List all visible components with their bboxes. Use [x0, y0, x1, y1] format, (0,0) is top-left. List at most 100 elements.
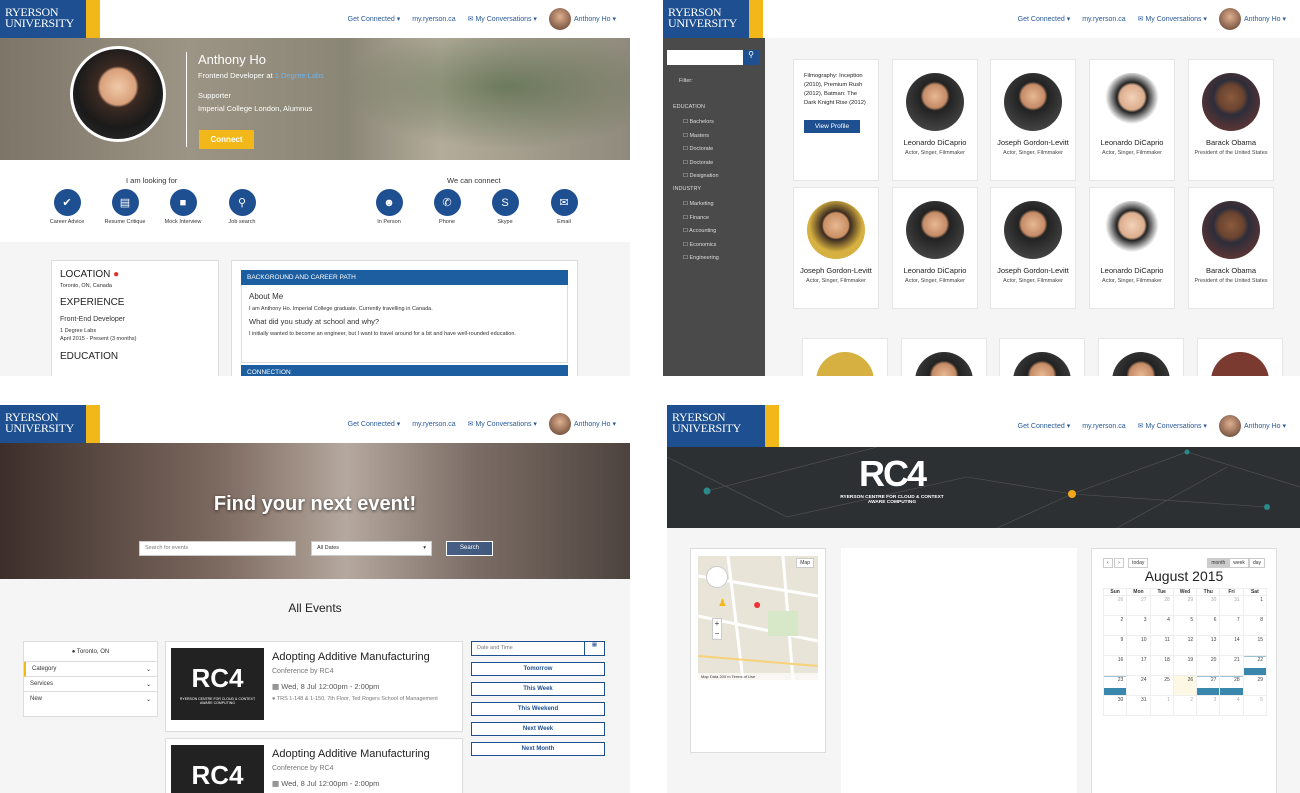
filter-checkbox[interactable]: ☐ Bachelors: [683, 116, 719, 130]
filter-checkbox[interactable]: ☐ Doctorate: [683, 143, 719, 157]
skype-button[interactable]: S Skype: [475, 189, 535, 225]
summary-card: LOCATION ● Toronto, ON, Canada EXPERIENC…: [51, 260, 219, 376]
education-heading: EDUCATION: [60, 351, 119, 362]
ryerson-logo[interactable]: RYERSON UNIVERSITY: [667, 405, 779, 447]
profile-card[interactable]: Leonardo DiCaprio Actor, Singer, Filmmake…: [1089, 187, 1175, 309]
ryerson-logo[interactable]: RYERSON UNIVERSITY: [0, 0, 100, 38]
filter-checkbox[interactable]: ☐ Finance: [683, 212, 719, 226]
map-widget[interactable]: ● ♟ + − Map Map Data 200 m Terms of Use: [698, 556, 818, 680]
nav-my-ryerson[interactable]: my.ryerson.ca: [1082, 16, 1125, 23]
filter-checkbox[interactable]: ☐ Designation: [683, 170, 719, 184]
services-filter[interactable]: Services ⌄: [24, 677, 157, 692]
profile-card[interactable]: [901, 338, 987, 376]
about-text: I am Anthony Ho. Imperial College gradua…: [249, 306, 433, 312]
day-view-button[interactable]: day: [1248, 558, 1265, 568]
career-advice-button[interactable]: ✔ Career Advice: [37, 189, 97, 225]
profile-card[interactable]: Joseph Gordon-Levitt Actor, Singer, Filmm…: [990, 59, 1076, 181]
nav-get-connected[interactable]: Get Connected ▾: [348, 15, 401, 23]
resume-critique-button[interactable]: ▤ Resume Critique: [95, 189, 155, 225]
email-button[interactable]: ✉ Email: [534, 189, 594, 225]
search-button[interactable]: Search: [446, 541, 493, 556]
ryerson-logo[interactable]: RYERSON UNIVERSITY: [0, 405, 100, 443]
nav-my-ryerson[interactable]: my.ryerson.ca: [1082, 423, 1125, 430]
event-card[interactable]: RC4 RYERSON CENTRE FOR CLOUD & CONTEXT AW…: [165, 641, 463, 732]
profile-card[interactable]: [999, 338, 1085, 376]
nav-conversations[interactable]: ✉ My Conversations ▾: [468, 420, 537, 428]
nav-conversations[interactable]: ✉ My Conversations ▾: [1138, 15, 1207, 23]
connect-button[interactable]: Connect: [199, 130, 254, 149]
this-weekend-button[interactable]: This Weekend: [471, 702, 605, 716]
next-week-button[interactable]: Next Week: [471, 722, 605, 736]
zoom-control[interactable]: + −: [712, 618, 722, 640]
next-month-button[interactable]: ›: [1114, 558, 1124, 568]
event-time: ▦ Wed, 8 Jul 12:00pm - 2:00pm: [272, 682, 380, 691]
ryerson-logo[interactable]: RYERSON UNIVERSITY: [663, 0, 763, 38]
avatar[interactable]: [1218, 415, 1241, 437]
nav-user-menu[interactable]: Anthony Ho ▾: [574, 15, 616, 23]
profile-card[interactable]: Barack Obama President of the United Stat…: [1188, 187, 1274, 309]
nav-my-ryerson[interactable]: my.ryerson.ca: [412, 16, 455, 23]
pan-control[interactable]: [706, 566, 728, 588]
view-profile-button[interactable]: View Profile: [804, 120, 860, 133]
nav-my-ryerson[interactable]: my.ryerson.ca: [412, 421, 455, 428]
this-week-button[interactable]: This Week: [471, 682, 605, 696]
date-select[interactable]: All Dates ▾: [311, 541, 432, 556]
avatar[interactable]: [1218, 8, 1241, 30]
map-type-button[interactable]: Map: [796, 558, 814, 568]
in-person-button[interactable]: ☻ In Person: [359, 189, 419, 225]
profile-card[interactable]: Joseph Gordon-Levitt Actor, Singer, Filmm…: [793, 187, 879, 309]
nav-user-menu[interactable]: Anthony Ho ▾: [574, 420, 616, 428]
filter-checkbox[interactable]: ☐ Accounting: [683, 225, 719, 239]
search-icon[interactable]: ⚲: [743, 50, 759, 65]
job-search-button[interactable]: ⚲ Job search: [212, 189, 272, 225]
new-filter[interactable]: New ⌄: [24, 692, 157, 706]
map-pin-icon: ●: [113, 269, 120, 280]
today-button[interactable]: today: [1128, 558, 1149, 568]
profile-card[interactable]: [1098, 338, 1184, 376]
filter-checkbox[interactable]: ☐ Economics: [683, 239, 719, 253]
nav-user-menu[interactable]: Anthony Ho ▾: [1244, 422, 1286, 430]
map-marker-icon[interactable]: ●: [753, 596, 761, 612]
event-card[interactable]: RC4 Adopting Additive Manufacturing Conf…: [165, 738, 463, 793]
filter-checkbox[interactable]: ☐ Masters: [683, 130, 719, 144]
directory-panel: Get Connected ▾ my.ryerson.ca ✉ My Conve…: [663, 0, 1300, 376]
nav-get-connected[interactable]: Get Connected ▾: [1018, 15, 1071, 23]
month-view-button[interactable]: month: [1207, 558, 1230, 568]
event-title[interactable]: Adopting Additive Manufacturing: [272, 651, 430, 663]
profile-card[interactable]: Leonardo DiCaprio Actor, Singer, Filmmake…: [1089, 59, 1175, 181]
filter-checkbox[interactable]: ☐ Marketing: [683, 198, 719, 212]
pegman-icon[interactable]: ♟: [718, 598, 727, 609]
envelope-icon: ✉: [550, 189, 578, 216]
week-view-button[interactable]: week: [1229, 558, 1249, 568]
nav-conversations[interactable]: ✉ My Conversations ▾: [468, 15, 537, 23]
profile-card[interactable]: Leonardo DiCaprio Actor, Singer, Filmmake…: [892, 187, 978, 309]
nav-user-menu[interactable]: Anthony Ho ▾: [1244, 15, 1286, 23]
profile-card[interactable]: [1197, 338, 1283, 376]
filter-checkbox[interactable]: ☐ Engineering: [683, 252, 719, 266]
nav-get-connected[interactable]: Get Connected ▾: [348, 420, 401, 428]
profile-card[interactable]: Barack Obama President of the United Stat…: [1188, 59, 1274, 181]
category-filter[interactable]: Category ⌄: [24, 662, 157, 677]
mock-interview-button[interactable]: ■ Mock Interview: [153, 189, 213, 225]
filter-checkbox[interactable]: ☐ Doctorate: [683, 157, 719, 171]
filter-label: Filter:: [679, 78, 693, 84]
avatar[interactable]: [548, 413, 571, 435]
tomorrow-button[interactable]: Tomorrow: [471, 662, 605, 676]
date-time-input[interactable]: Date and Time ▦: [471, 641, 605, 656]
nav-conversations[interactable]: ✉ My Conversations ▾: [1138, 422, 1207, 430]
event-search-input[interactable]: Search for events: [139, 541, 296, 556]
profile-card[interactable]: Joseph Gordon-Levitt Actor, Singer, Filmm…: [990, 187, 1076, 309]
avatar[interactable]: [548, 8, 571, 30]
chevron-down-icon: ⌄: [145, 682, 151, 688]
profile-card[interactable]: Leonardo DiCaprio Actor, Singer, Filmmake…: [892, 59, 978, 181]
event-title[interactable]: Adopting Additive Manufacturing: [272, 748, 430, 760]
profile-card[interactable]: [802, 338, 888, 376]
phone-button[interactable]: ✆ Phone: [417, 189, 477, 225]
company-link[interactable]: 1 Degree Labs: [275, 71, 324, 80]
connection-header[interactable]: CONNECTION: [241, 365, 568, 376]
profile-card-hover[interactable]: Filmography: Inception (2010), Premium R…: [793, 59, 879, 181]
next-month-button[interactable]: Next Month: [471, 742, 605, 756]
prev-month-button[interactable]: ‹: [1103, 558, 1113, 568]
directory-search-input[interactable]: [667, 50, 743, 65]
nav-get-connected[interactable]: Get Connected ▾: [1018, 422, 1071, 430]
